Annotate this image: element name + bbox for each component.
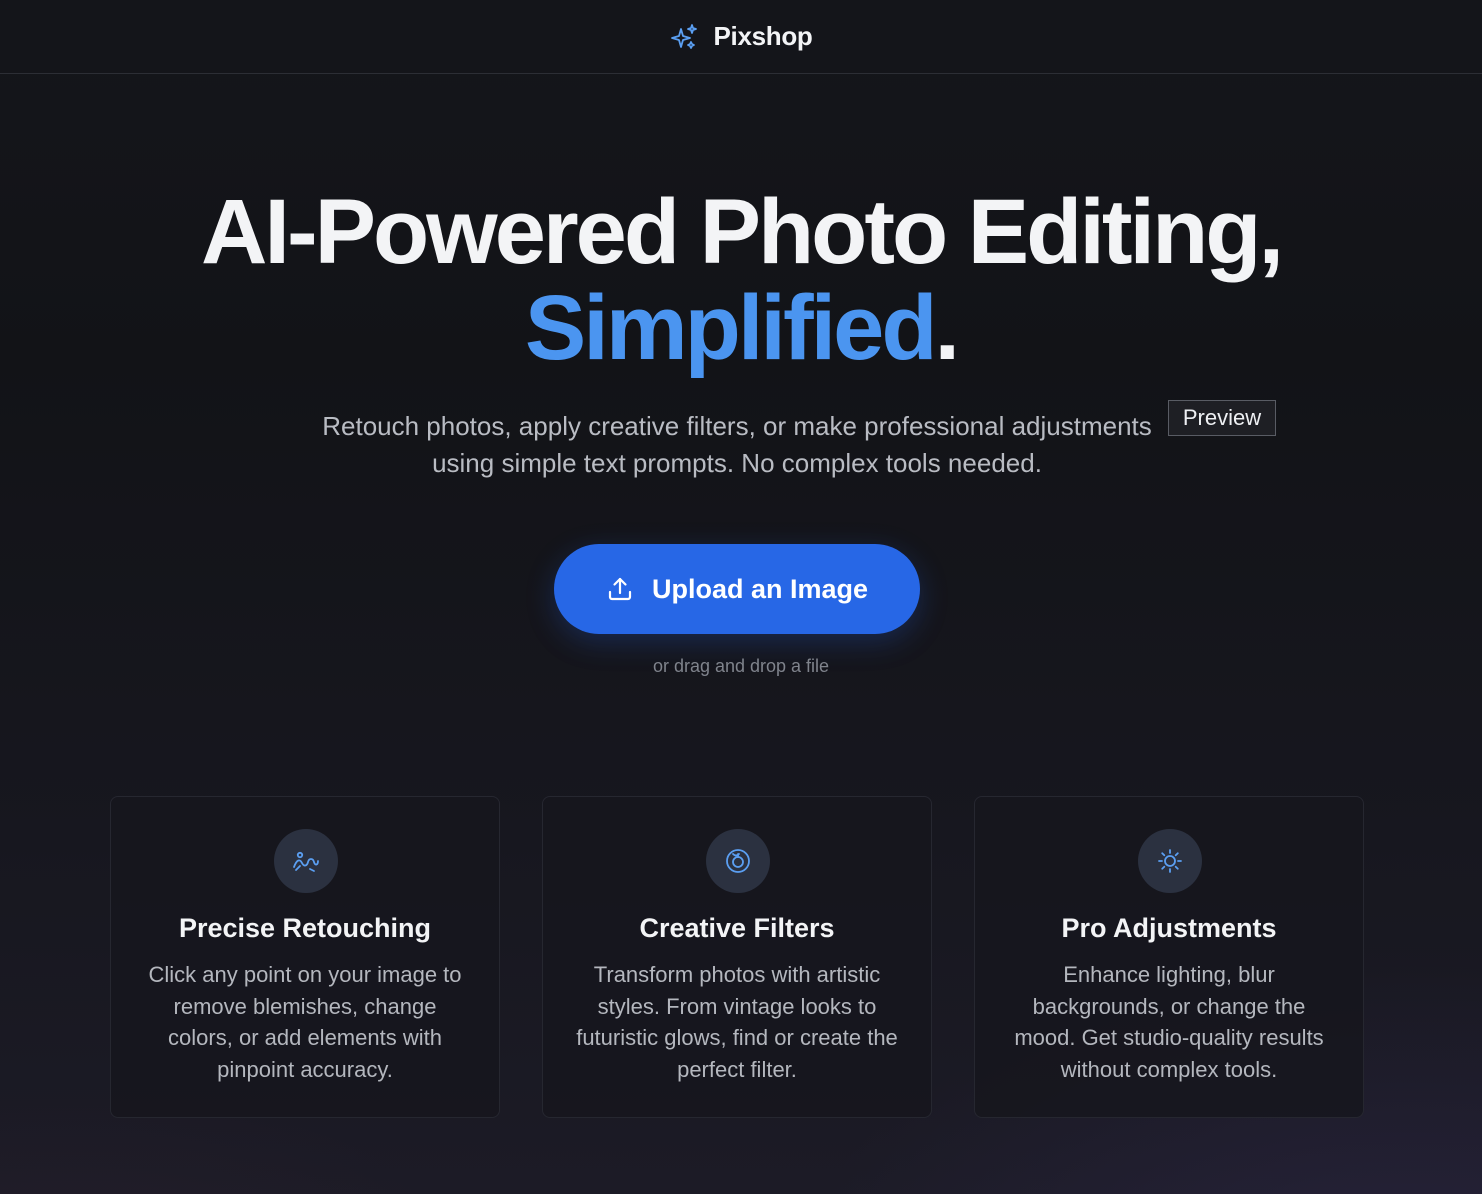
feature-icon-badge (1138, 829, 1202, 893)
hero-title-accent: Simplified (524, 277, 938, 379)
sun-icon (1158, 849, 1182, 873)
brand[interactable]: Pixshop (669, 21, 813, 52)
feature-card-adjustments: Pro Adjustments Enhance lighting, blur b… (974, 796, 1364, 1118)
feature-icon-badge (274, 829, 338, 893)
palette-icon (726, 849, 750, 873)
feature-icon-badge (706, 829, 770, 893)
upload-button-label: Upload an Image (651, 573, 869, 604)
magic-wand-icon (293, 851, 319, 872)
hero-subtitle: Retouch photos, apply creative filters, … (322, 411, 1152, 478)
app-name: Pixshop (713, 21, 813, 51)
feature-description: Transform photos with artistic styles. F… (576, 962, 898, 1082)
feature-card-filters: Creative Filters Transform photos with a… (542, 796, 932, 1118)
sparkles-icon (671, 23, 698, 49)
feature-card-retouching: Precise Retouching Click any point on yo… (110, 796, 500, 1118)
feature-title: Creative Filters (639, 913, 835, 943)
upload-icon (608, 577, 632, 601)
top-bar: Pixshop (0, 0, 1482, 74)
hero-title: AI-Powered Photo Editing, Simplified. (0, 184, 1482, 376)
hero-title-main: AI-Powered Photo Editing, (200, 181, 1284, 283)
feature-title: Pro Adjustments (1061, 913, 1277, 943)
feature-description: Click any point on your image to remove … (148, 962, 462, 1082)
preview-badge[interactable]: Preview (1168, 400, 1276, 436)
hero-title-end: . (934, 277, 961, 379)
feature-title: Precise Retouching (178, 913, 432, 943)
drag-drop-hint: or drag and drop a file (652, 656, 830, 676)
upload-image-button[interactable]: Upload an Image (554, 544, 920, 634)
feature-description: Enhance lighting, blur backgrounds, or c… (1014, 962, 1324, 1082)
